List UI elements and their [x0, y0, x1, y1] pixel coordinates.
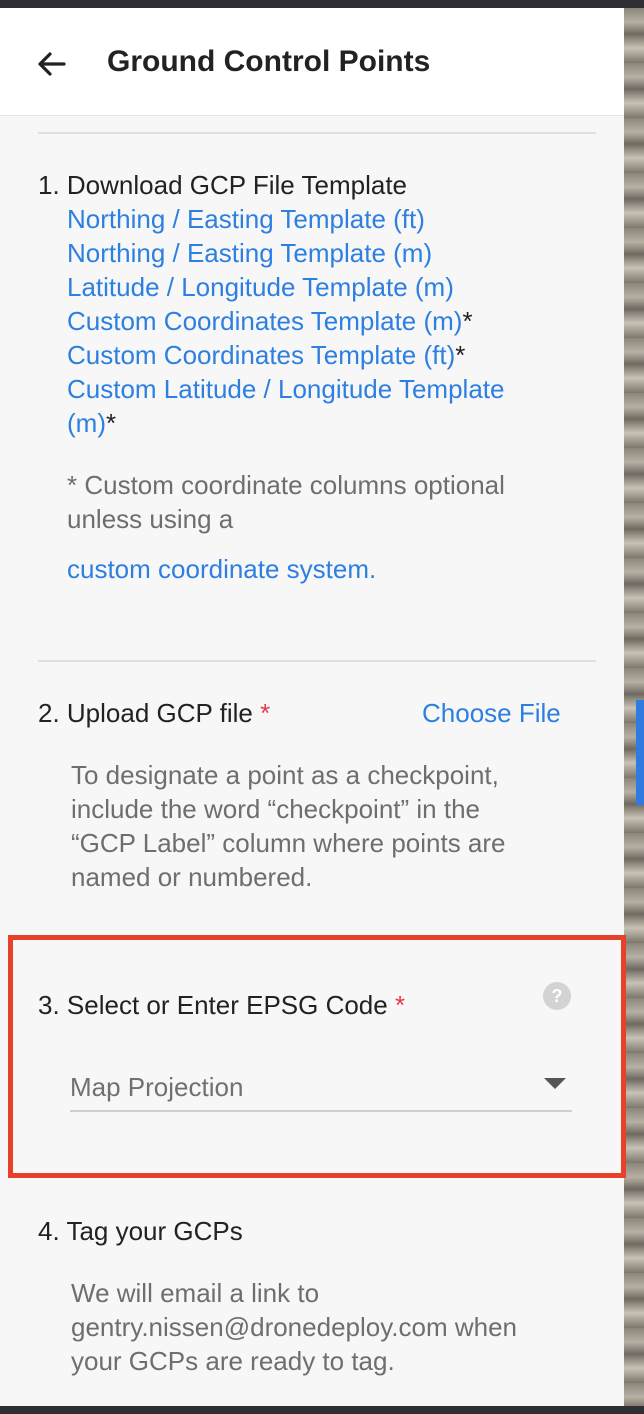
template-link-text: Northing / Easting Template (m)	[67, 238, 433, 268]
window-bottom-edge	[0, 1406, 644, 1414]
template-link-text: Custom Coordinates Template (ft)	[67, 340, 456, 370]
gcp-panel: Ground Control Points 1. Download GCP Fi…	[0, 8, 624, 1406]
map-blue-strip	[636, 700, 644, 805]
checkpoint-note-line: include the word “checkpoint” in the	[71, 794, 481, 824]
template-link-custom-latlon-unit[interactable]: (m)*	[67, 406, 116, 440]
custom-coordinate-system-link[interactable]: custom coordinate system.	[67, 552, 376, 586]
email-note-line: your GCPs are ready to tag.	[71, 1346, 395, 1376]
divider	[38, 660, 596, 662]
template-link-latlon-m[interactable]: Latitude / Longitude Template (m)	[67, 270, 454, 304]
checkpoint-note-line: “GCP Label” column where points are	[71, 828, 506, 858]
step1-label: 1. Download GCP File Template	[38, 170, 408, 200]
panel-header: Ground Control Points	[0, 8, 624, 116]
template-link-custom-ft[interactable]: Custom Coordinates Template (ft)*	[67, 338, 465, 372]
highlight-box	[8, 935, 626, 1178]
template-link-custom-latlon[interactable]: Custom Latitude / Longitude Template	[67, 372, 504, 406]
step2-label: 2. Upload GCP file *	[38, 696, 270, 730]
step4-label: 4. Tag your GCPs	[38, 1216, 243, 1246]
email-note-line: gentry.nissen@dronedeploy.com when	[71, 1312, 518, 1342]
asterisk: *	[462, 306, 473, 336]
asterisk: *	[455, 340, 466, 370]
page-title: Ground Control Points	[107, 45, 431, 78]
arrow-left-icon[interactable]	[34, 46, 70, 82]
template-link-text: (m)	[67, 408, 106, 438]
template-link-text: Custom Latitude / Longitude Template	[67, 374, 505, 404]
checkpoint-note-line: To designate a point as a checkpoint,	[71, 760, 499, 790]
template-link-ne-ft[interactable]: Northing / Easting Template (ft)	[67, 202, 425, 236]
custom-note-line1: * Custom coordinate columns optional	[67, 470, 505, 500]
template-link-custom-m[interactable]: Custom Coordinates Template (m)*	[67, 304, 473, 338]
template-link-text: Northing / Easting Template (ft)	[67, 204, 425, 234]
template-link-ne-m[interactable]: Northing / Easting Template (m)	[67, 236, 432, 270]
required-mark: *	[260, 698, 271, 728]
email-note-line: We will email a link to	[71, 1278, 320, 1308]
divider	[38, 132, 596, 134]
window-top-edge	[0, 0, 644, 8]
custom-note-line2: unless using a	[67, 504, 234, 534]
choose-file-button[interactable]: Choose File	[422, 696, 561, 730]
template-link-text: Custom Coordinates Template (m)	[67, 306, 463, 336]
checkpoint-note-line: named or numbered.	[71, 862, 313, 892]
template-link-text: Latitude / Longitude Template (m)	[67, 272, 454, 302]
asterisk: *	[105, 408, 117, 438]
step2-label-text: 2. Upload GCP file	[38, 698, 253, 728]
